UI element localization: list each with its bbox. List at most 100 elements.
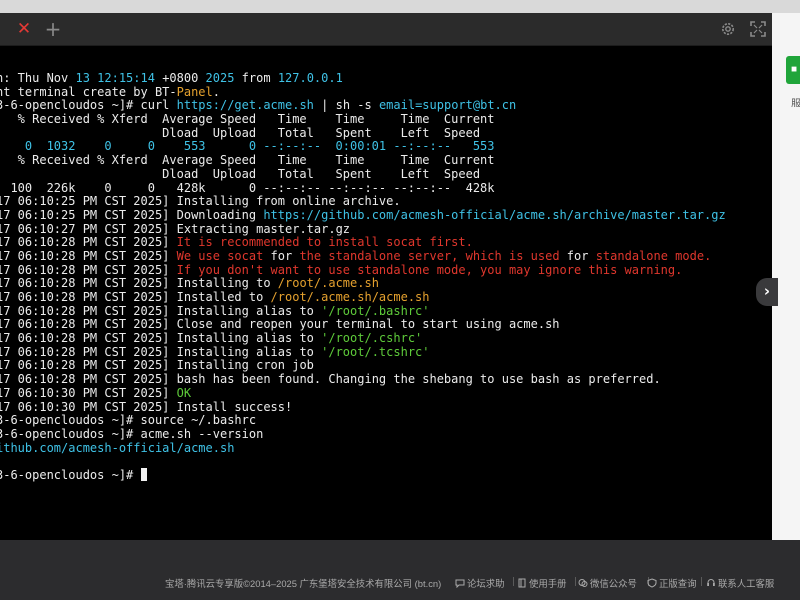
terminal-line: 17 06:10:27 PM CST 2025] Extracting mast… <box>0 222 726 236</box>
terminal-text: 2025 <box>205 71 235 85</box>
terminal-line: 3-6-opencloudos ~]# curl https://get.acm… <box>0 98 726 112</box>
terminal-text: Installing alias to <box>176 303 322 318</box>
footer-link-forum[interactable]: 论坛求助 <box>455 576 505 590</box>
footer-link-label: 论坛求助 <box>467 578 505 589</box>
terminal-lines: n: Thu Nov 13 12:15:14 +0800 2025 from 1… <box>0 71 726 482</box>
terminal-text: Downloading <box>176 207 264 222</box>
terminal-line: 17 06:10:28 PM CST 2025] bash has been f… <box>0 372 726 386</box>
terminal-text: Installing alias to <box>176 344 322 359</box>
terminal-text: the standalone server, which is used <box>292 248 567 263</box>
footer-link-manual[interactable]: 使用手册 <box>517 576 567 590</box>
terminal-line: 3-6-opencloudos ~]# acme.sh --version <box>0 427 726 441</box>
close-icon[interactable]: ✕ <box>15 20 33 38</box>
terminal-text: email=support@bt.cn <box>378 98 517 113</box>
terminal-line: 17 06:10:28 PM CST 2025] It is recommend… <box>0 235 726 249</box>
terminal-text: 17 06:10:28 PM CST 2025] <box>0 248 177 263</box>
terminal-text: '/root/.tcshrc' <box>321 344 430 359</box>
terminal-line: 0 1032 0 0 553 0 --:--:-- 0:00:01 --:--:… <box>0 139 726 153</box>
terminal-text: 127.0.0.1 <box>277 71 343 85</box>
terminal-text: Installing alias to <box>176 331 322 346</box>
terminal-text: . <box>212 84 220 99</box>
terminal-line: n: Thu Nov 13 12:15:14 +0800 2025 from 1… <box>0 71 726 85</box>
terminal-line: 17 06:10:25 PM CST 2025] Installing from… <box>0 194 726 208</box>
expand-handle[interactable]: › <box>756 278 778 306</box>
terminal-text: for <box>270 248 293 263</box>
terminal-text: 3-6-opencloudos ~]# <box>0 413 141 428</box>
terminal-text: Dload Upload Total Spent Left Speed <box>0 166 481 181</box>
terminal-text: Installing cron job <box>176 358 314 373</box>
fullscreen-icon[interactable] <box>749 20 767 38</box>
chat-icon <box>455 579 465 588</box>
terminal-text: 17 06:10:28 PM CST 2025] <box>0 331 177 346</box>
terminal-line: ithub.com/acmesh-official/acme.sh <box>0 441 726 455</box>
terminal-line: 17 06:10:28 PM CST 2025] Installing alia… <box>0 304 726 318</box>
footer-link-label: 使用手册 <box>529 578 567 589</box>
terminal-text: % Received % Xferd Average Speed Time Ti… <box>0 153 495 168</box>
terminal-line: nt terminal create by BT-Panel. <box>0 85 726 99</box>
terminal-text: Panel <box>176 84 213 99</box>
plus-icon[interactable]: + <box>43 19 63 39</box>
terminal-text: /root/.acme.sh/acme.sh <box>270 290 430 304</box>
terminal-line: 17 06:10:28 PM CST 2025] Installing alia… <box>0 345 726 359</box>
footer-link-label: 微信公众号 <box>590 578 637 589</box>
terminal-text: 3-6-opencloudos ~]# <box>0 98 141 113</box>
terminal-line: 17 06:10:28 PM CST 2025] We use socat fo… <box>0 249 726 263</box>
terminal-text: Installing to <box>176 276 278 291</box>
footer-link-label: 联系人工客服 <box>718 578 775 589</box>
terminal-line: Dload Upload Total Spent Left Speed <box>0 126 726 140</box>
terminal-text: '/root/.cshrc' <box>321 331 423 346</box>
terminal-text: | <box>313 98 336 113</box>
terminal-text: 17 06:10:28 PM CST 2025] <box>0 358 177 373</box>
terminal-tab-bar: ✕ + <box>0 13 772 46</box>
footer-link-support[interactable]: 联系人工客服 <box>706 576 774 590</box>
terminal-text: Dload Upload Total Spent Left Speed <box>0 125 481 140</box>
terminal-text: OK <box>176 385 192 400</box>
terminal-text: nt terminal create by BT- <box>0 84 177 99</box>
terminal-text: 17 06:10:25 PM CST 2025] <box>0 194 177 209</box>
terminal-line: Dload Upload Total Spent Left Speed <box>0 167 726 181</box>
terminal-text: n: Thu Nov <box>0 71 76 85</box>
terminal-text: 100 226k 0 0 428k 0 --:--:-- --:--:-- --… <box>0 180 495 195</box>
terminal-line: 17 06:10:28 PM CST 2025] Installed to /r… <box>0 290 726 304</box>
terminal-text: 17 06:10:28 PM CST 2025] <box>0 235 177 250</box>
footer-divider <box>701 577 702 586</box>
right-panel <box>772 13 800 541</box>
footer: 宝塔·腾讯云专享版©2014–2025 广东堡塔安全技术有限公司 (bt.cn)… <box>0 572 800 592</box>
footer-spacer <box>0 540 800 572</box>
terminal-text: It is recommended to install socat first… <box>176 235 473 250</box>
footer-link-wechat[interactable]: 微信公众号 <box>578 576 637 590</box>
terminal-text: https://get.acme.sh <box>176 98 314 113</box>
footer-link-license[interactable]: 正版查询 <box>647 576 697 590</box>
window-top-strip <box>0 0 800 13</box>
terminal-line: 17 06:10:28 PM CST 2025] If you don't wa… <box>0 263 726 277</box>
terminal-text: standalone mode. <box>588 248 712 263</box>
terminal-text: Installing from online archive. <box>176 194 401 209</box>
terminal-text: 3-6-opencloudos ~]# <box>0 467 141 482</box>
footer-link-label: 正版查询 <box>659 578 697 589</box>
support-icon <box>707 579 715 586</box>
terminal-text: 17 06:10:28 PM CST 2025] <box>0 303 177 318</box>
terminal-cursor <box>140 467 147 481</box>
terminal-output[interactable]: n: Thu Nov 13 12:15:14 +0800 2025 from 1… <box>0 46 772 540</box>
terminal-text: '/root/.bashrc' <box>321 303 430 318</box>
side-panel-button[interactable]: ■ <box>786 56 800 84</box>
terminal-text: If you don't want to use standalone mode… <box>176 262 683 277</box>
terminal-text: 13 12:15:14 <box>75 71 155 85</box>
terminal-text: 17 06:10:28 PM CST 2025] <box>0 262 177 277</box>
terminal-text: 17 06:10:28 PM CST 2025] <box>0 372 177 387</box>
terminal-text: for <box>566 248 589 263</box>
terminal-text: 0 1032 0 0 553 0 --:--:-- 0:00:01 --:--:… <box>0 139 495 154</box>
terminal-line: 3-6-opencloudos ~]# source ~/.bashrc <box>0 413 726 427</box>
terminal-text: Close and reopen your terminal to start … <box>176 317 560 332</box>
wechat-icon <box>578 579 588 587</box>
terminal-text: sh <box>335 98 351 113</box>
terminal-text: from <box>234 71 278 85</box>
terminal-text: 17 06:10:25 PM CST 2025] <box>0 207 177 222</box>
terminal-text: 17 06:10:28 PM CST 2025] <box>0 344 177 359</box>
terminal-line: 17 06:10:28 PM CST 2025] Close and reope… <box>0 317 726 331</box>
terminal-text: /root/.acme.sh <box>277 276 379 291</box>
terminal-line: 3-6-opencloudos ~]# <box>0 467 726 482</box>
gear-icon[interactable] <box>719 20 737 38</box>
terminal-text: ithub.com/acmesh-official/acme.sh <box>0 440 235 455</box>
